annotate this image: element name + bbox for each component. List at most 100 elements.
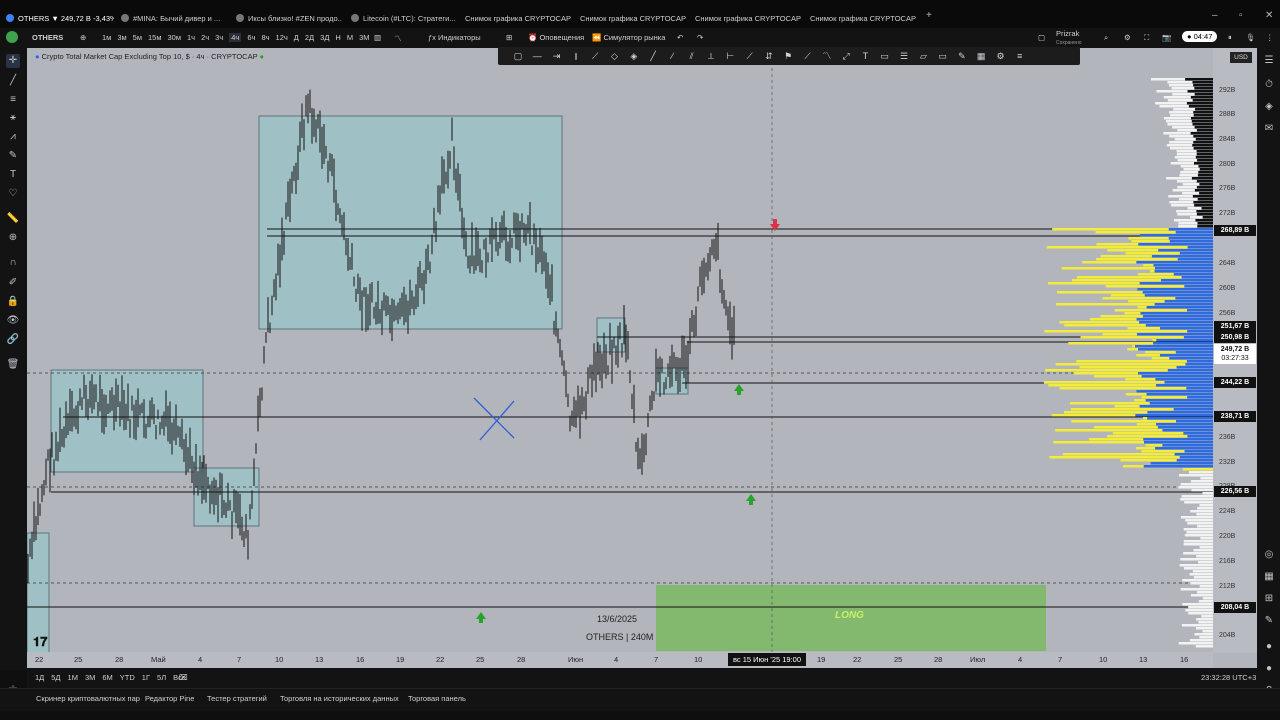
tab-snapshot-4[interactable]: Снимок графика CRYPTOCAP:... <box>810 9 916 27</box>
range-0[interactable]: 1Д <box>35 673 44 682</box>
symbol-search[interactable]: OTHERS <box>32 33 63 42</box>
tab-mina[interactable]: #MINA: Бычий дивер и ... <box>121 9 227 27</box>
draw-tool-icon[interactable]: ⚑ <box>782 50 794 62</box>
range-3[interactable]: 3М <box>85 673 95 682</box>
redo-icon[interactable]: ↷ <box>697 33 703 42</box>
more-icon[interactable]: ⋮ <box>1266 33 1274 42</box>
interval-12[interactable]: Д <box>294 33 299 42</box>
brush-icon[interactable]: ✎ <box>6 149 20 163</box>
interval-7[interactable]: 3ч <box>215 33 223 42</box>
draw-tool-icon[interactable]: ▢ <box>512 50 524 62</box>
draw-tool-icon[interactable]: ╱ <box>647 50 659 62</box>
draw-tool-icon[interactable]: ▭ <box>879 50 891 62</box>
stay-drawing-icon[interactable]: ✐ <box>6 276 20 290</box>
plus-square-icon[interactable]: ⊞ <box>1262 592 1276 606</box>
interval-13[interactable]: 2Д <box>305 33 314 42</box>
minimize-icon[interactable]: – <box>1212 10 1218 21</box>
draw-tool-icon[interactable]: ∕ <box>666 50 678 62</box>
horizontal-lines-icon[interactable]: ≡ <box>6 93 20 107</box>
panel-screener[interactable]: Скринер криптовалютных пар <box>36 694 140 703</box>
draw-tool-icon[interactable]: ⟋ <box>802 50 814 62</box>
link-icon[interactable]: 🔗 <box>6 333 20 347</box>
draw-tool-icon[interactable]: ☰ <box>898 50 910 62</box>
up-arrow-2[interactable] <box>746 494 756 505</box>
alerts-clock-icon[interactable]: ⏱ <box>1262 78 1276 92</box>
tab-litecoin[interactable]: Litecoin (#LTC): Стратеги... <box>351 9 457 27</box>
line-chart-icon[interactable]: 〽 <box>394 33 402 44</box>
chat-icon[interactable]: ✉ <box>1262 122 1276 136</box>
alerts-button[interactable]: ⏰ Оповещения <box>528 33 584 42</box>
currency-select[interactable]: USD <box>1230 52 1252 63</box>
layout-icon[interactable]: ▢ <box>1038 33 1045 42</box>
mic-icon[interactable]: 🎙 <box>1246 33 1256 42</box>
interval-11[interactable]: 12ч <box>276 33 288 42</box>
chart-canvas[interactable] <box>27 48 1257 668</box>
interval-8[interactable]: 4ч <box>229 33 242 42</box>
interval-9[interactable]: 6ч <box>247 33 255 42</box>
trendline-icon[interactable]: ╱ <box>6 74 20 88</box>
range-5[interactable]: YTD <box>120 673 135 682</box>
tab-snapshot-1[interactable]: Снимок графика CRYPTOCAP:... <box>465 9 571 27</box>
fullscreen-icon[interactable]: ⛶ <box>1144 33 1149 43</box>
eye-icon[interactable]: 👁 <box>6 314 20 328</box>
account-avatar-icon[interactable] <box>6 31 18 43</box>
interval-3[interactable]: 15м <box>148 33 162 42</box>
price-scale[interactable]: 292B 288B 284B 280B 276B 272B 264B 260B 256B 236B… <box>1213 48 1257 653</box>
draw-tool-icon[interactable]: 〽 <box>821 50 833 62</box>
interval-15[interactable]: Н <box>335 33 340 42</box>
trash-icon[interactable]: 🗑 <box>6 358 20 372</box>
interval-1[interactable]: 3м <box>117 33 126 42</box>
draw-tool-icon[interactable]: ⇵ <box>763 50 775 62</box>
range-1[interactable]: 5Д <box>51 673 60 682</box>
interval-2[interactable]: 5м <box>133 33 142 42</box>
draw-tool-icon[interactable]: ✎ <box>956 50 968 62</box>
notifications2-icon[interactable]: ● <box>1262 662 1276 676</box>
x-mark-1[interactable] <box>473 397 515 439</box>
panel-replay-trading[interactable]: Торговля на исторических данных <box>280 694 399 703</box>
goto-date-icon[interactable]: ⌧ <box>179 673 188 682</box>
draw-tool-icon[interactable]: T <box>859 50 871 62</box>
layers-icon[interactable]: ◈ <box>1262 100 1276 114</box>
draw-tool-icon[interactable]: ⟂ <box>705 50 717 62</box>
range-7[interactable]: 5Л <box>157 673 166 682</box>
draw-tool-icon[interactable]: ▦ <box>975 50 987 62</box>
draw-tool-icon[interactable]: ⟋ <box>589 50 601 62</box>
clock[interactable]: 23:32:28 UTC+3 <box>1201 673 1256 682</box>
interval-5[interactable]: 1ч <box>187 33 195 42</box>
maximize-icon[interactable]: ▫ <box>1239 10 1243 21</box>
draw-tool-icon[interactable]: ⫾ <box>570 50 582 62</box>
interval-6[interactable]: 2ч <box>201 33 209 42</box>
camera-icon[interactable]: 📷 <box>1162 33 1171 42</box>
tab-others[interactable]: OTHERS ▼ 249,72 B -3,43% <box>6 9 114 27</box>
user-menu[interactable]: Prizrak Сохранено <box>1056 30 1081 47</box>
range-2[interactable]: 1М <box>68 673 78 682</box>
interval-4[interactable]: 30м <box>167 33 181 42</box>
heart-icon[interactable]: ♡ <box>6 187 20 201</box>
range-6[interactable]: 1Г <box>142 673 150 682</box>
up-arrow-3[interactable] <box>476 612 486 623</box>
range-zone-small-1[interactable] <box>596 317 626 353</box>
fib-icon[interactable]: ⚹ <box>6 111 20 125</box>
indicators-button[interactable]: ƒx Индикаторы <box>428 33 481 42</box>
draw-tool-icon[interactable]: ⊢ <box>724 50 736 62</box>
draw-tool-icon[interactable]: ◇ <box>609 50 621 62</box>
tab-snapshot-2[interactable]: Снимок графика CRYPTOCAP:... <box>580 9 686 27</box>
draw-tool-icon[interactable]: ⟋ <box>744 50 756 62</box>
timer-button[interactable]: ● 04:47 <box>1182 31 1218 42</box>
pattern-icon[interactable]: ⩘ <box>6 130 20 144</box>
draw-tool-icon[interactable]: ◈ <box>628 50 640 62</box>
draw-tool-icon[interactable]: ≡ <box>1014 50 1026 62</box>
notifications-icon[interactable]: ● <box>1262 640 1276 654</box>
panel-strategy-tester[interactable]: Тестер стратегий <box>207 694 267 703</box>
zoom-icon[interactable]: ⊕ <box>6 231 20 245</box>
layouts-icon[interactable]: ⊞ <box>506 33 512 42</box>
edit-icon[interactable]: ✎ <box>1262 614 1276 628</box>
pause-icon[interactable]: ⏸ <box>1228 33 1232 43</box>
panel-trading[interactable]: Торговая панель <box>408 694 466 703</box>
range-4[interactable]: 6М <box>102 673 112 682</box>
tab-snapshot-3[interactable]: Снимок графика CRYPTOCAP:... <box>695 9 801 27</box>
x-mark-2[interactable] <box>479 400 515 441</box>
lock-icon[interactable]: 🔒 <box>6 295 20 309</box>
panel-pine-editor[interactable]: Редактор Pine <box>145 694 194 703</box>
new-tab-icon[interactable]: + <box>926 10 932 21</box>
